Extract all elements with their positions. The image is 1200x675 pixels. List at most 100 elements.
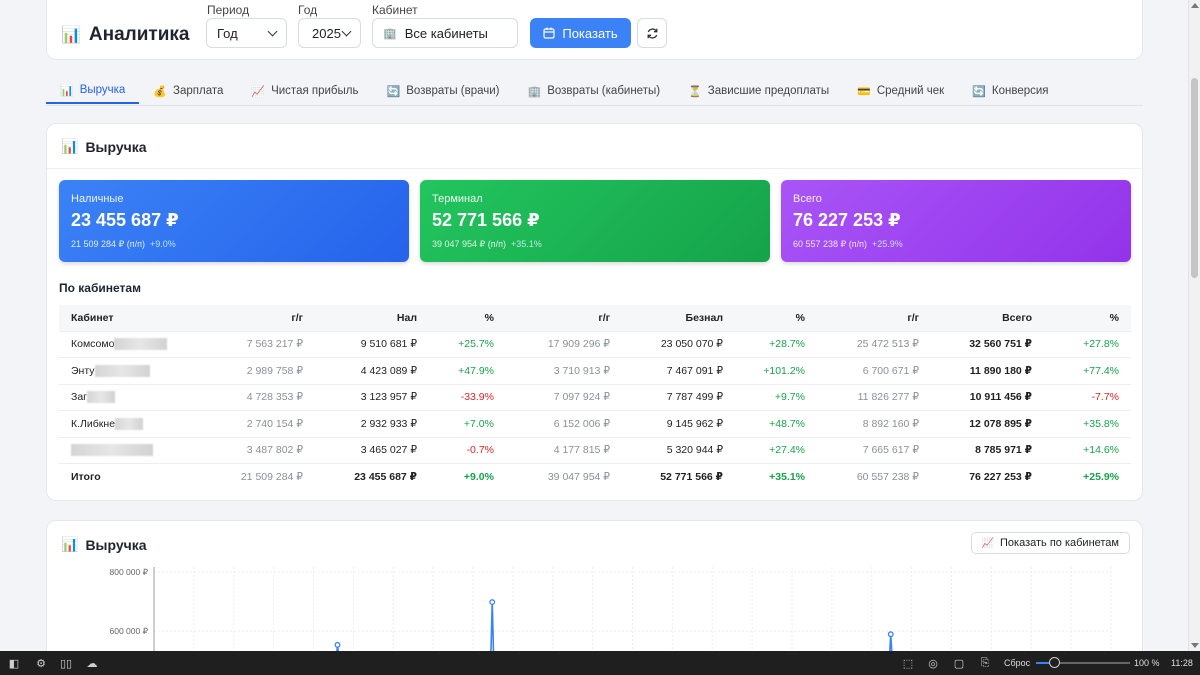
trend-chart-icon: 📈 <box>251 85 266 98</box>
terminal-stat-card: Терминал 52 771 566 ₽ 39 047 954 ₽ (п/п)… <box>420 180 770 262</box>
table-cell: -33.9% <box>429 383 506 411</box>
show-by-cabinet-button[interactable]: 📈 Показать по кабинетам <box>970 532 1130 554</box>
table-cell: +25.9% <box>1044 463 1131 490</box>
table-cell: 3 487 802 ₽ <box>189 436 315 464</box>
table-cell: 9 145 962 ₽ <box>622 410 735 437</box>
redacted-text <box>115 417 144 430</box>
revenue-card: 📊 Выручка Наличные 23 455 687 ₽ 21 509 2… <box>46 123 1143 501</box>
period-value: Год <box>217 25 238 41</box>
table-cell: +77.4% <box>1044 357 1131 384</box>
redacted-text <box>94 364 150 377</box>
cabinet-name: К.Либкне <box>71 417 116 430</box>
refresh-button[interactable] <box>637 18 667 48</box>
table-header-row: Кабинет г/г Нал % г/г Безнал % г/г Всего… <box>59 305 1131 331</box>
table-cell: 52 771 566 ₽ <box>622 463 735 490</box>
col-header: Всего <box>1002 311 1032 324</box>
table-cell: +27.4% <box>735 436 817 464</box>
clipboard-icon[interactable]: ⎘ <box>978 656 992 670</box>
table-row: Заг 4 728 353 ₽ 3 123 957 ₽ -33.9% 7 097… <box>59 383 1131 411</box>
clock: 11:28 <box>1171 658 1193 668</box>
scrollbar-thumb[interactable] <box>1191 78 1198 278</box>
table-cell: 4 728 353 ₽ <box>189 383 315 411</box>
col-header: % <box>484 311 494 324</box>
tab-revenue[interactable]: 📊 Выручка <box>46 78 140 104</box>
y-tick-label: 800 000 ₽ <box>110 567 149 577</box>
cabinet-select[interactable]: 🏢 Все кабинеты <box>372 18 518 48</box>
tab-net-profit[interactable]: 📈 Чистая прибыль <box>237 78 372 104</box>
bar-chart-icon: 📊 <box>60 84 74 97</box>
show-button[interactable]: Показать <box>530 18 631 48</box>
bar-chart-icon: 📊 <box>61 27 81 44</box>
period-select[interactable]: Год <box>206 18 287 48</box>
redacted-text <box>71 444 153 457</box>
redacted-text <box>114 338 168 351</box>
stat-label: Всего <box>793 193 822 205</box>
table-cell: 11 826 277 ₽ <box>817 383 931 411</box>
stat-value: 52 771 566 ₽ <box>432 210 540 230</box>
stat-comparison: 60 557 238 ₽ (п/п) +25.9% <box>793 239 903 250</box>
tab-refunds-cabinets[interactable]: 🏢 Возвраты (кабинеты) <box>514 78 675 104</box>
capture-icon[interactable]: ◎ <box>926 656 940 670</box>
data-point[interactable] <box>489 599 496 606</box>
revenue-card-title: 📊 Выручка <box>61 138 147 155</box>
stat-comparison: 21 509 284 ₽ (п/п) +9.0% <box>71 239 176 250</box>
window-icon[interactable]: ▢ <box>952 656 966 670</box>
table-cell: 2 740 154 ₽ <box>189 410 315 437</box>
table-cell: 7 467 091 ₽ <box>622 357 735 384</box>
table-cell: +101.2% <box>735 357 817 384</box>
table-cell: 39 047 954 ₽ <box>506 463 622 490</box>
table-cell: +14.6% <box>1044 436 1131 464</box>
split-view-icon[interactable]: ▯▯ <box>59 656 73 670</box>
table-cell: 3 123 957 ₽ <box>315 383 429 411</box>
stat-prev: 39 047 954 ₽ (п/п) <box>432 239 507 249</box>
data-point[interactable] <box>887 631 894 638</box>
table-cell: 4 423 089 ₽ <box>315 357 429 384</box>
analytics-tabs: 📊 Выручка 💰 Зарплата 📈 Чистая прибыль 🔄 … <box>46 78 1063 106</box>
table-cell: 12 078 895 ₽ <box>931 410 1044 437</box>
table-cell: 7 787 499 ₽ <box>622 383 735 411</box>
table-cell: +9.0% <box>429 463 506 490</box>
cabinet-name-cell: Заг <box>59 383 189 411</box>
tab-conversion[interactable]: 🔄 Конверсия <box>958 78 1062 104</box>
building-icon: 🏢 <box>383 27 397 40</box>
vertical-scrollbar[interactable] <box>1188 0 1200 651</box>
tab-salary[interactable]: 💰 Зарплата <box>139 78 237 104</box>
scroll-down-arrow-icon[interactable] <box>1191 643 1199 648</box>
table-cell: 10 911 456 ₽ <box>931 383 1044 411</box>
table-cell: Итого <box>59 463 189 490</box>
tab-average-check[interactable]: 💳 Средний чек <box>843 78 958 104</box>
cabinet-name-cell: К.Либкне <box>59 410 189 437</box>
col-header: Безнал <box>685 311 723 324</box>
year-select[interactable]: 2025 <box>298 18 361 48</box>
zoom-reset-label[interactable]: Сброс <box>1004 658 1030 668</box>
cabinet-name: Комсомо <box>71 338 115 351</box>
table-cell: +9.7% <box>735 383 817 411</box>
cabinet-revenue-table: Кабинет г/г Нал % г/г Безнал % г/г Всего… <box>59 305 1131 490</box>
sidebar-toggle-icon[interactable]: ◧ <box>7 656 21 670</box>
tab-label: Выручка <box>79 84 126 96</box>
tab-refunds-doctors[interactable]: 🔄 Возвраты (врачи) <box>373 78 514 104</box>
data-point[interactable] <box>334 641 341 648</box>
table-cell: 21 509 284 ₽ <box>189 463 315 490</box>
table-cell: 8 892 160 ₽ <box>817 410 931 437</box>
show-by-cabinet-label: Показать по кабинетам <box>1000 537 1119 549</box>
screenshot-icon[interactable]: ⬚ <box>901 656 915 670</box>
table-cell: +35.1% <box>735 463 817 490</box>
table-cell: -0.7% <box>429 436 506 464</box>
card-icon: 💳 <box>857 85 871 98</box>
table-total-row: Итого 21 509 284 ₽ 23 455 687 ₽ +9.0% 39… <box>59 463 1131 490</box>
cloud-icon[interactable]: ☁ <box>85 656 99 670</box>
zoom-slider-knob[interactable] <box>1049 657 1060 668</box>
table-cell: +48.7% <box>735 410 817 437</box>
tab-label: Средний чек <box>876 85 945 97</box>
table-cell: 7 097 924 ₽ <box>506 383 622 411</box>
table-cell: 8 785 971 ₽ <box>931 436 1044 464</box>
table-cell: 17 909 296 ₽ <box>506 330 622 358</box>
trend-chart-icon: 📈 <box>981 537 994 549</box>
col-header: Нал <box>396 311 417 324</box>
revenue-title-text: Выручка <box>85 138 147 155</box>
tab-pending-prepayments[interactable]: ⏳ Зависшие предоплаты <box>674 78 843 104</box>
settings-gear-icon[interactable]: ⚙ <box>34 656 48 670</box>
scroll-up-arrow-icon[interactable] <box>1191 3 1199 8</box>
tab-label: Возвраты (кабинеты) <box>547 85 661 97</box>
